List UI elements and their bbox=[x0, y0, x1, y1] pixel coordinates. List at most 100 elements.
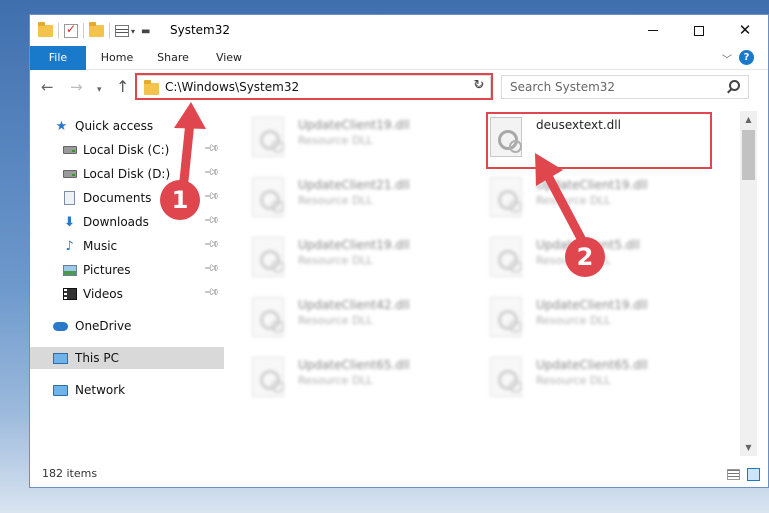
maximize-icon bbox=[694, 25, 704, 36]
sidebar-item-label: Music bbox=[83, 239, 118, 253]
pin-icon[interactable]: 📌︎ bbox=[203, 188, 220, 205]
dll-file-icon bbox=[490, 297, 522, 337]
sidebar-item-label: Pictures bbox=[83, 263, 131, 277]
network-icon bbox=[53, 383, 68, 397]
file-item[interactable]: UpdateClient21.dll Resource DLL bbox=[252, 177, 472, 227]
sidebar-item-downloads[interactable]: ⬇ Downloads 📌︎ bbox=[30, 211, 224, 233]
sidebar-item-network[interactable]: Network bbox=[30, 379, 224, 401]
dll-file-icon bbox=[252, 177, 284, 217]
file-type: Resource DLL bbox=[298, 374, 373, 387]
dll-file-icon bbox=[252, 117, 284, 157]
sidebar-item-label: Videos bbox=[83, 287, 123, 301]
maximize-button[interactable] bbox=[676, 15, 722, 46]
search-box[interactable] bbox=[501, 75, 749, 99]
tab-share[interactable]: Share bbox=[150, 46, 196, 70]
sidebar-item-local-disk-d[interactable]: Local Disk (D:) 📌︎ bbox=[30, 163, 224, 185]
file-item[interactable]: UpdateClient42.dll Resource DLL bbox=[252, 297, 472, 347]
minimize-button[interactable] bbox=[630, 15, 676, 46]
details-view-icon[interactable] bbox=[727, 469, 740, 480]
cloud-icon bbox=[53, 319, 68, 333]
dll-file-icon bbox=[490, 237, 522, 277]
file-item[interactable]: UpdateClient19.dll Resource DLL bbox=[252, 237, 472, 287]
file-item[interactable]: UpdateClient19.dll Resource DLL bbox=[490, 177, 710, 227]
file-name: UpdateClient42.dll bbox=[298, 298, 410, 312]
title-bar: ▾ ▬ System32 ✕ bbox=[30, 15, 768, 46]
pin-icon[interactable]: 📌︎ bbox=[203, 260, 220, 277]
close-button[interactable]: ✕ bbox=[722, 15, 768, 46]
sidebar-item-label: Downloads bbox=[83, 215, 149, 229]
rename-icon[interactable] bbox=[115, 25, 129, 37]
address-bar-highlight bbox=[135, 73, 493, 100]
file-name: UpdateClient19.dll bbox=[536, 178, 648, 192]
toolbar-divider bbox=[83, 23, 84, 39]
file-name: UpdateClient19.dll bbox=[536, 298, 648, 312]
scrollbar-thumb[interactable] bbox=[742, 130, 755, 180]
quick-access-toolbar: ▾ ▬ bbox=[38, 21, 150, 41]
properties-check-icon[interactable] bbox=[64, 22, 78, 38]
pin-icon[interactable]: 📌︎ bbox=[203, 140, 220, 157]
pin-icon[interactable]: 📌︎ bbox=[203, 212, 220, 229]
sidebar-item-pictures[interactable]: Pictures 📌︎ bbox=[30, 259, 224, 281]
new-folder-icon[interactable] bbox=[89, 22, 104, 37]
sidebar-item-local-disk-c[interactable]: Local Disk (C:) 📌︎ bbox=[30, 139, 224, 161]
ribbon-tabs: File Home Share View ﹀ ? bbox=[30, 46, 768, 70]
status-bar: 182 items bbox=[30, 462, 768, 487]
folder-icon[interactable] bbox=[38, 22, 53, 37]
toolbar-divider bbox=[109, 23, 110, 39]
film-strip-icon bbox=[62, 287, 77, 301]
pin-icon[interactable]: 📌︎ bbox=[203, 164, 220, 181]
forward-arrow-icon[interactable]: → bbox=[70, 79, 83, 95]
file-type: Resource DLL bbox=[298, 254, 373, 267]
file-item[interactable]: UpdateClient65.dll Resource DLL bbox=[490, 357, 710, 407]
vertical-scrollbar[interactable]: ▲ ▼ bbox=[740, 111, 757, 456]
sidebar-item-label: Network bbox=[75, 383, 126, 397]
dll-file-icon bbox=[252, 297, 284, 337]
sidebar-item-label: This PC bbox=[75, 351, 119, 365]
customize-toolbar-caret-icon[interactable]: ▾ bbox=[131, 27, 135, 36]
expand-ribbon-chevron-icon[interactable]: ﹀ bbox=[722, 51, 732, 66]
sidebar-item-quick-access[interactable]: ★ Quick access bbox=[30, 115, 224, 137]
search-icon[interactable] bbox=[729, 80, 740, 91]
up-arrow-icon[interactable]: ↑ bbox=[116, 79, 129, 95]
file-type: Resource DLL bbox=[298, 314, 373, 327]
tab-view[interactable]: View bbox=[206, 46, 252, 70]
pin-icon[interactable]: 📌︎ bbox=[203, 284, 220, 301]
large-icons-view-icon[interactable] bbox=[747, 468, 760, 481]
scroll-up-arrow-icon[interactable]: ▲ bbox=[740, 111, 757, 128]
documents-icon bbox=[62, 191, 77, 205]
item-count: 182 items bbox=[42, 467, 98, 480]
drive-icon bbox=[62, 143, 77, 157]
file-item[interactable]: UpdateClient19.dll Resource DLL bbox=[252, 117, 472, 167]
help-icon[interactable]: ? bbox=[739, 50, 754, 65]
window-title: System32 bbox=[170, 23, 231, 37]
sidebar-item-music[interactable]: ♪ Music 📌︎ bbox=[30, 235, 224, 257]
star-icon: ★ bbox=[55, 118, 68, 134]
toolbar-divider bbox=[58, 23, 59, 39]
dll-file-icon bbox=[490, 177, 522, 217]
scroll-down-arrow-icon[interactable]: ▼ bbox=[740, 439, 757, 456]
file-name: UpdateClient19.dll bbox=[298, 118, 410, 132]
file-type: Resource DLL bbox=[536, 314, 611, 327]
drive-icon bbox=[62, 167, 77, 181]
pictures-icon bbox=[62, 263, 77, 277]
sidebar-item-onedrive[interactable]: OneDrive bbox=[30, 315, 224, 337]
download-arrow-icon: ⬇ bbox=[64, 214, 75, 230]
pin-icon[interactable]: 📌︎ bbox=[203, 236, 220, 253]
sidebar-item-this-pc[interactable]: This PC bbox=[30, 347, 224, 369]
music-note-icon: ♪ bbox=[65, 238, 74, 254]
sidebar-item-label: Local Disk (C:) bbox=[83, 143, 170, 157]
computer-icon bbox=[53, 351, 68, 365]
sidebar-item-label: Local Disk (D:) bbox=[83, 167, 171, 181]
search-input[interactable] bbox=[510, 79, 720, 95]
sidebar-item-videos[interactable]: Videos 📌︎ bbox=[30, 283, 224, 305]
file-item[interactable]: UpdateClient19.dll Resource DLL bbox=[490, 297, 710, 347]
recent-locations-chevron-icon[interactable]: ▾ bbox=[97, 82, 102, 98]
toolbar-dropdown-icon[interactable]: ▬ bbox=[141, 26, 150, 37]
file-type: Resource DLL bbox=[298, 134, 373, 147]
close-icon: ✕ bbox=[738, 21, 752, 39]
tab-file[interactable]: File bbox=[30, 46, 86, 70]
file-type: Resource DLL bbox=[536, 374, 611, 387]
file-item[interactable]: UpdateClient65.dll Resource DLL bbox=[252, 357, 472, 407]
tab-home[interactable]: Home bbox=[92, 46, 142, 70]
back-arrow-icon[interactable]: ← bbox=[41, 79, 54, 95]
